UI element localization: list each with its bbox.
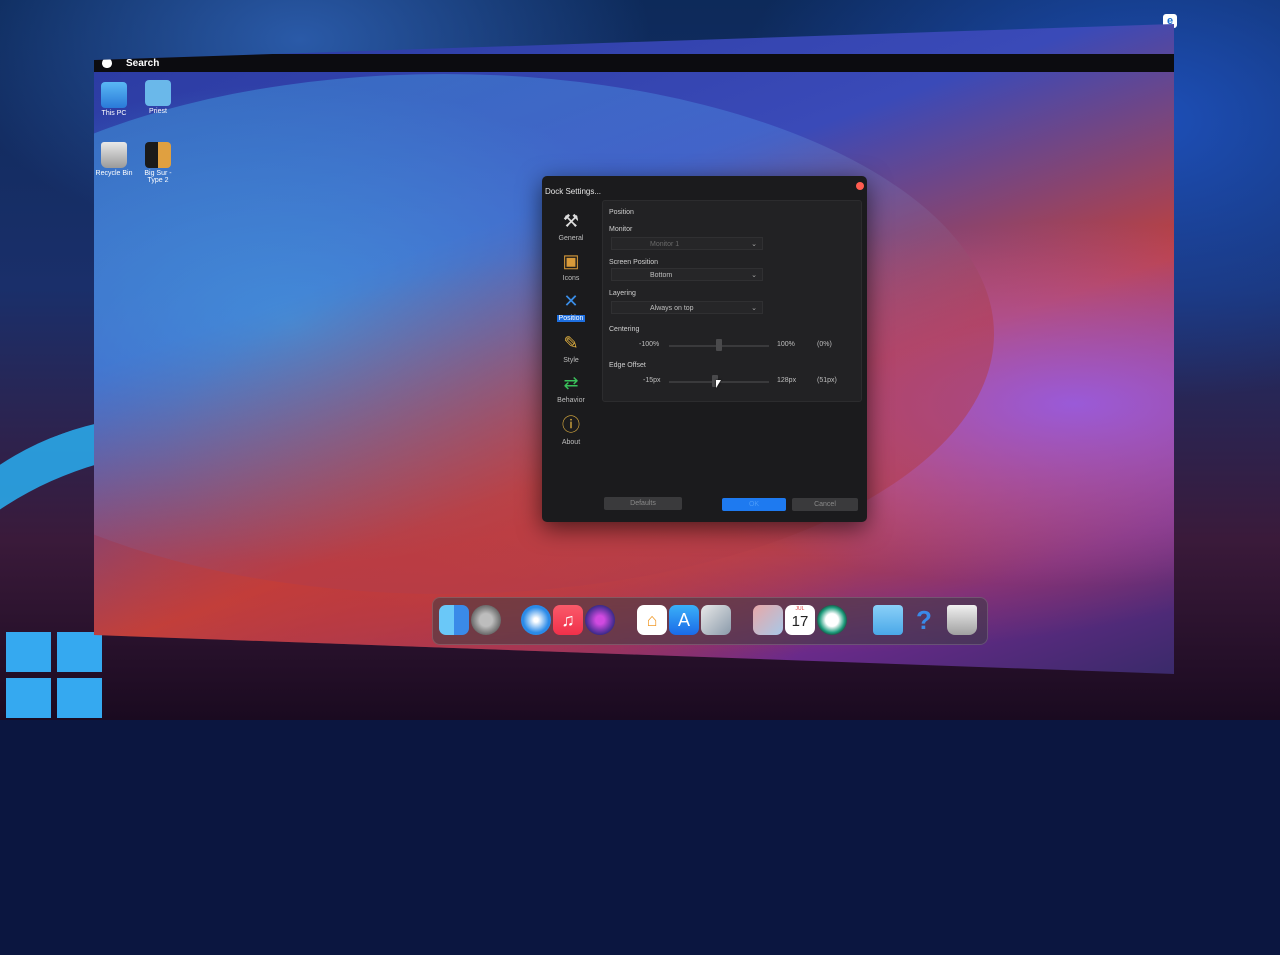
folder-icon[interactable]: [873, 605, 903, 635]
settings-icon[interactable]: [471, 605, 501, 635]
sidebar-item-general[interactable]: ⚒ General: [554, 210, 588, 242]
finder-icon: [101, 82, 127, 108]
centering-value: (0%): [817, 341, 832, 348]
cancel-button[interactable]: Cancel: [792, 498, 858, 511]
sidebar-item-about[interactable]: ⓘ About: [554, 414, 588, 446]
sidebar-item-icons[interactable]: ▣ Icons: [554, 250, 588, 282]
centering-label: Centering: [609, 326, 640, 333]
user-folder-icon: [145, 80, 171, 106]
launchpad-icon[interactable]: [753, 605, 783, 635]
siri-icon[interactable]: [585, 605, 615, 635]
dock-settings-dialog: Dock Settings... ⚒ General ▣ Icons ✕ Pos…: [542, 176, 867, 522]
arrows-icon: ✕: [563, 291, 579, 311]
box-icon: ▣: [562, 251, 580, 271]
desktop-icon-this-pc[interactable]: This PC: [94, 82, 136, 117]
defaults-button[interactable]: Defaults: [604, 497, 682, 510]
trash-icon[interactable]: [947, 605, 977, 635]
menu-search[interactable]: Search: [126, 58, 159, 69]
close-icon[interactable]: [856, 182, 864, 190]
pencil-icon: ✎: [563, 333, 579, 353]
home-icon[interactable]: ⌂: [637, 605, 667, 635]
screen-position-label: Screen Position: [609, 259, 659, 266]
ok-button[interactable]: OK: [722, 498, 786, 511]
position-pane: Position Monitor Monitor 1 ⌄ Screen Posi…: [602, 200, 862, 402]
preview-icon[interactable]: [701, 605, 731, 635]
dialog-title: Dock Settings...: [545, 187, 602, 196]
monitor-label: Monitor: [609, 226, 633, 233]
layering-label: Layering: [609, 290, 636, 297]
section-title: Position: [609, 209, 634, 216]
desktop-icon-big-sur[interactable]: Big Sur - Type 2: [136, 142, 180, 184]
tools-icon: ⚒: [562, 211, 580, 231]
edge-offset-label: Edge Offset: [609, 362, 646, 369]
windows-logo-icon: [6, 632, 102, 718]
chevron-down-icon: ⌄: [751, 241, 757, 248]
safari-icon[interactable]: [521, 605, 551, 635]
chevron-down-icon: ⌄: [751, 305, 757, 312]
sidebar-item-position[interactable]: ✕ Position: [554, 290, 588, 322]
centering-min: -100%: [639, 341, 660, 348]
help-icon[interactable]: ?: [909, 605, 939, 635]
chevron-down-icon: ⌄: [751, 272, 757, 279]
trash-icon: [101, 142, 127, 168]
dock: ♫ ⌂ A JUL 17 ?: [432, 597, 988, 645]
exchange-icon: ⇄: [563, 373, 579, 393]
desktop-icon-priest[interactable]: Priest: [136, 80, 180, 115]
monitor-select[interactable]: Monitor 1 ⌄: [611, 237, 763, 250]
edge-offset-max: 128px: [777, 377, 797, 384]
calendar-icon[interactable]: JUL 17: [785, 605, 815, 635]
edge-offset-min: -15px: [643, 377, 661, 384]
centering-max: 100%: [777, 341, 795, 348]
menu-bar: Search: [94, 54, 1174, 72]
edge-offset-value: (51px): [817, 377, 837, 384]
centering-slider-knob[interactable]: [716, 339, 722, 351]
sidebar-item-style[interactable]: ✎ Style: [554, 332, 588, 364]
sidebar-item-behavior[interactable]: ⇄ Behavior: [554, 372, 588, 404]
music-icon[interactable]: ♫: [553, 605, 583, 635]
mouse-cursor-icon: [716, 380, 721, 388]
screen-position-select[interactable]: Bottom ⌄: [611, 268, 763, 281]
finder-icon[interactable]: [439, 605, 469, 635]
app-store-icon[interactable]: A: [669, 605, 699, 635]
time-machine-icon[interactable]: [817, 605, 847, 635]
layering-select[interactable]: Always on top ⌄: [611, 301, 763, 314]
info-icon: ⓘ: [562, 415, 580, 435]
desktop-icon-recycle-bin[interactable]: Recycle Bin: [94, 142, 136, 177]
theme-file-icon: [145, 142, 171, 168]
